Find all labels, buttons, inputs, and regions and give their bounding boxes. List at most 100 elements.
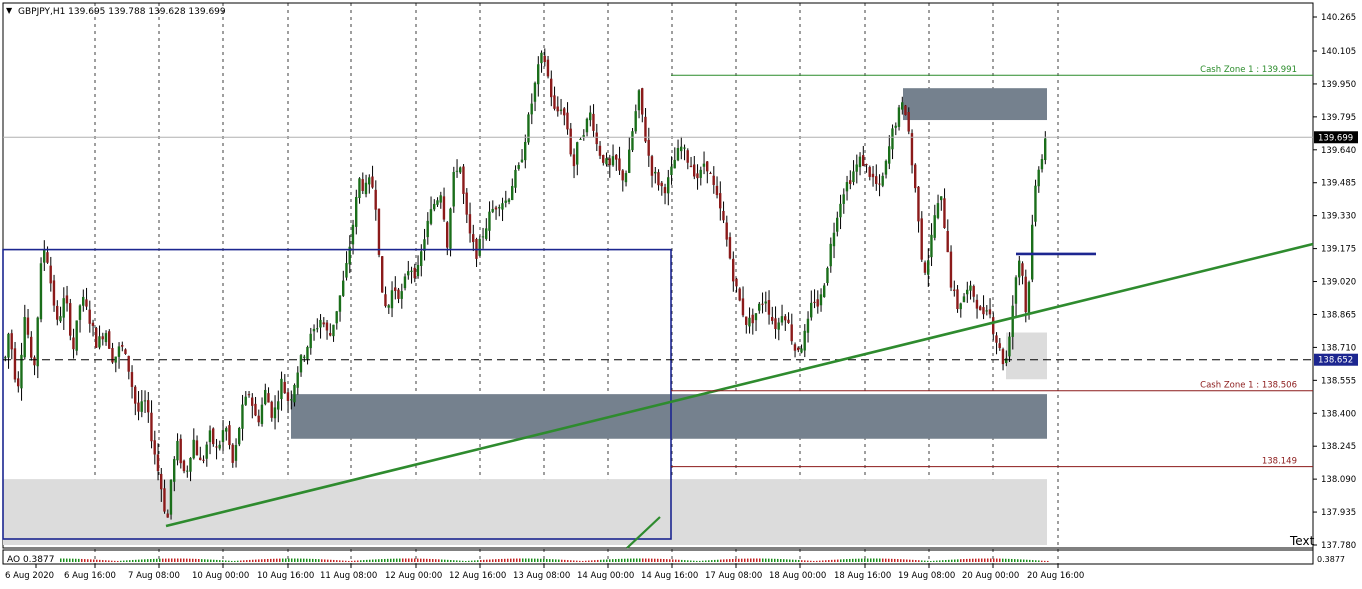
ao-bar xyxy=(306,558,308,562)
candle-body xyxy=(793,344,797,351)
ao-bar xyxy=(312,558,314,562)
candle-body xyxy=(628,149,631,173)
x-tick-label: 20 Aug 16:00 xyxy=(1027,571,1084,581)
ao-bar xyxy=(639,558,641,562)
ao-bar xyxy=(903,559,905,562)
ao-bar xyxy=(414,558,416,562)
ao-bar xyxy=(498,559,500,562)
candle-body xyxy=(130,372,134,387)
ao-bar xyxy=(846,559,848,562)
y-tick-label: 139.950 xyxy=(1321,80,1356,90)
candle-body xyxy=(689,165,693,167)
candle-body xyxy=(592,113,595,131)
dropdown-arrow-icon[interactable]: ▼ xyxy=(6,6,13,15)
ao-bar xyxy=(360,560,362,562)
ao-bar xyxy=(429,558,431,562)
candle-body xyxy=(832,232,836,247)
candle-body xyxy=(949,251,953,288)
ao-bar xyxy=(729,559,731,562)
ao-bar xyxy=(921,560,923,562)
ao-bar xyxy=(372,559,374,562)
candle-body xyxy=(514,169,517,188)
ao-bar xyxy=(270,558,272,562)
ao-bar xyxy=(543,558,545,562)
candle-body xyxy=(147,400,150,413)
candle-body xyxy=(429,209,433,224)
candle-body xyxy=(485,228,488,239)
x-tick-label: 10 Aug 16:00 xyxy=(257,571,314,581)
ao-bar xyxy=(534,558,536,562)
candle-body xyxy=(400,291,403,299)
candle-body xyxy=(446,222,449,248)
ao-bar xyxy=(945,560,947,562)
ao-bar xyxy=(321,559,323,562)
candle-body xyxy=(332,324,335,337)
ao-bar xyxy=(441,559,443,562)
candle-body xyxy=(566,112,569,130)
ao-bar xyxy=(909,559,911,562)
ao-bar xyxy=(1023,559,1025,562)
ao-bar xyxy=(675,559,677,562)
ao-bar xyxy=(213,559,215,562)
candle-body xyxy=(777,322,780,330)
candle-body xyxy=(238,428,241,445)
demand-zone-lower[interactable] xyxy=(3,479,1047,545)
ao-bar xyxy=(474,560,476,562)
ao-bar xyxy=(309,558,311,562)
ao-bar xyxy=(915,560,917,562)
candle-body xyxy=(992,317,995,334)
candle-body xyxy=(559,109,563,111)
candle-body xyxy=(426,220,429,238)
candle-body xyxy=(160,473,163,490)
candle-body xyxy=(52,280,56,306)
candle-body xyxy=(816,299,819,307)
y-tick-label: 138.710 xyxy=(1321,343,1356,353)
candle-body xyxy=(420,251,423,266)
ao-bar xyxy=(369,559,371,562)
ao-bar xyxy=(126,560,128,562)
ao-bar xyxy=(858,558,860,562)
candle-body xyxy=(98,336,101,348)
ao-bar xyxy=(66,558,68,562)
candle-body xyxy=(117,346,121,357)
x-tick-label: 10 Aug 00:00 xyxy=(192,571,249,581)
chart-window[interactable]: Cash Zone 1 : 139.991 Cash Zone 1 : 138.5… xyxy=(0,0,1362,585)
text-label[interactable]: Text xyxy=(1289,534,1315,548)
ao-bar xyxy=(873,558,875,562)
supply-zone-mid[interactable] xyxy=(291,394,1047,439)
ao-bar xyxy=(60,558,62,562)
candle-body xyxy=(680,146,683,152)
supply-zone-top[interactable] xyxy=(903,88,1047,121)
ao-bar xyxy=(288,558,290,562)
ao-bar xyxy=(1005,558,1007,562)
candle-body xyxy=(108,331,111,349)
candle-body xyxy=(296,372,299,388)
candle-body xyxy=(637,90,641,111)
ao-bar xyxy=(105,560,107,562)
candle-body xyxy=(546,59,550,77)
candle-body xyxy=(218,444,221,449)
ao-bar xyxy=(744,558,746,562)
y-tick-label: 138.245 xyxy=(1321,442,1356,452)
ao-bar xyxy=(558,559,560,562)
candle-body xyxy=(579,138,582,140)
candle-body xyxy=(868,167,871,177)
small-zone[interactable] xyxy=(1006,332,1047,380)
ao-bar xyxy=(1029,559,1031,562)
ao-bar xyxy=(681,559,683,562)
candle-body xyxy=(540,52,543,64)
candle-body xyxy=(36,317,39,367)
ao-bar xyxy=(825,560,827,562)
ao-bar xyxy=(948,559,950,562)
ao-bar xyxy=(678,559,680,562)
ao-bar xyxy=(654,558,656,562)
ao-bar xyxy=(228,560,230,562)
ao-bar xyxy=(774,558,776,562)
candle-body xyxy=(1018,260,1021,278)
candle-body xyxy=(517,165,520,169)
candle-body xyxy=(667,177,670,194)
candle-body xyxy=(329,332,332,336)
candle-body xyxy=(699,169,702,178)
price-chart[interactable]: Cash Zone 1 : 139.991 Cash Zone 1 : 138.5… xyxy=(0,0,1362,585)
ao-bar xyxy=(183,558,185,562)
